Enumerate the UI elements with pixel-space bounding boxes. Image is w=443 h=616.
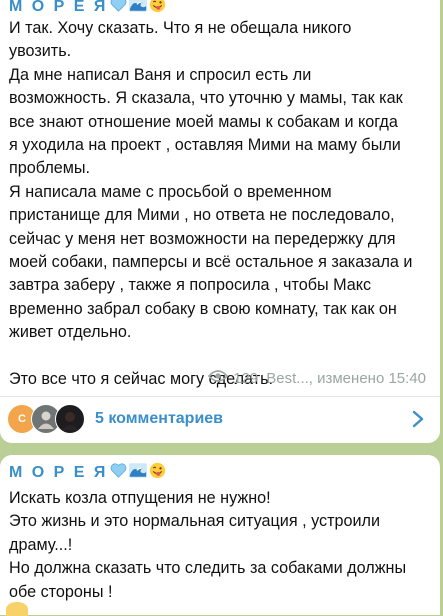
wave-icon (128, 463, 147, 483)
view-count: 129 (233, 369, 259, 387)
winking-tongue-face-icon (149, 0, 166, 18)
post-text: И так. Хочу сказать. Что я не обещала ни… (9, 19, 413, 389)
channel-author[interactable]: М О Р Е Я (9, 462, 166, 484)
winking-tongue-face-icon (149, 462, 166, 484)
post-meta: 129 Best..., изменено 15:40 (208, 369, 426, 387)
author-name: М О Р Е Я (9, 0, 108, 16)
eye-icon (208, 369, 229, 387)
author-name: М О Р Е Я (9, 464, 108, 482)
blue-heart-icon (110, 463, 127, 483)
reaction-emoji-peek (6, 602, 28, 616)
comments-button[interactable]: С 5 комментариев (0, 397, 440, 441)
post-text: Искать козла отпущения не нужно! Это жиз… (9, 489, 407, 601)
commenter-avatars: С (7, 404, 87, 434)
chevron-right-icon (412, 410, 424, 433)
wave-icon (128, 0, 147, 17)
avatar (55, 404, 85, 434)
post-signature: Best..., изменено 15:40 (266, 369, 426, 387)
comments-count: 5 комментариев (95, 410, 224, 427)
channel-post: М О Р Е Я Искать козла отпущения не нужн… (0, 455, 440, 615)
channel-author[interactable]: М О Р Е Я (9, 0, 166, 18)
channel-post: М О Р Е Я И так. Хочу сказать. Что я не … (0, 0, 440, 443)
blue-heart-icon (110, 0, 127, 17)
